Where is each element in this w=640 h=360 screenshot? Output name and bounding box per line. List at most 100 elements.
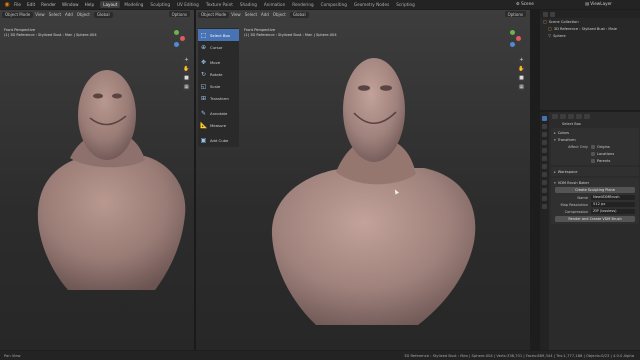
parents-checkbox[interactable] — [591, 158, 595, 163]
tool-add-cube[interactable]: ▣ Add Cube — [198, 134, 239, 146]
bust-model-left[interactable] — [0, 10, 194, 350]
tool-cursor[interactable]: ⊕ Cursor — [198, 41, 239, 53]
affect-only-origins-row: Affect Only Origins — [551, 143, 639, 150]
tool-select-box[interactable]: ⬚ Select Box — [198, 29, 239, 41]
blender-logo-icon[interactable]: ◉ — [3, 1, 11, 8]
panel-title: Transform — [557, 137, 576, 142]
status-bar: Pan View 3D Reference : Stylized Bust : … — [0, 351, 640, 360]
workspace-tab-texture-paint[interactable]: Texture Paint — [203, 1, 236, 8]
menu-file[interactable]: File — [14, 2, 21, 7]
select-box-icon: ⬚ — [200, 31, 207, 39]
render-tab-icon[interactable] — [542, 124, 547, 129]
resolution-dropdown[interactable]: 512 px — [591, 202, 635, 207]
tool-measure[interactable]: 📐 Measure — [198, 119, 239, 131]
tool-move[interactable]: ✥ Move — [198, 56, 239, 68]
rotate-icon: ↻ — [200, 70, 207, 78]
properties-tabs — [540, 112, 549, 350]
tool-rotate[interactable]: ↻ Rotate — [198, 68, 239, 80]
add-cube-icon: ▣ — [200, 136, 207, 144]
workspace-tab-sculpting[interactable]: Sculpting — [147, 1, 173, 8]
menu-help[interactable]: Help — [85, 2, 95, 7]
collection-icon: ▢ — [548, 26, 552, 31]
tool-tab-icon[interactable] — [542, 116, 547, 121]
create-sculpting-plane-button[interactable]: Create Sculpting Plane — [555, 187, 635, 193]
physics-tab-icon[interactable] — [542, 180, 547, 185]
material-tab-icon[interactable] — [542, 204, 547, 209]
properties-editor: Select Box ▸ Colors ▾ Transform Affect Onl… — [540, 112, 640, 350]
transform-icon: ⊞ — [200, 94, 207, 102]
mesh-object-icon: ▽ — [548, 33, 552, 38]
menu-edit[interactable]: Edit — [27, 2, 35, 7]
origins-checkbox[interactable] — [591, 144, 595, 149]
workspace-tab-scripting[interactable]: Scripting — [393, 1, 418, 8]
tool-label: Add Cube — [210, 137, 229, 143]
annotate-icon: ✎ — [200, 109, 207, 117]
tool-label: Cursor — [210, 44, 223, 50]
viewport-right[interactable]: Object Mode View Select Add Object Globa… — [196, 10, 530, 350]
workspace-tab-layout[interactable]: Layout — [100, 1, 121, 8]
menu-window[interactable]: Window — [62, 2, 79, 7]
view-layer-tab-icon[interactable] — [542, 140, 547, 145]
locations-checkbox[interactable] — [591, 151, 595, 156]
outliner-label: Sphere — [553, 33, 566, 38]
vdm-baker-panel-header[interactable]: ▾ VDM Brush Baker — [551, 179, 639, 186]
workspace-tab-rendering[interactable]: Rendering — [289, 1, 316, 8]
workspace-tab-modeling[interactable]: Modeling — [121, 1, 146, 8]
workspace-panel-header[interactable]: ▸ Workspace — [551, 168, 639, 175]
expand-arrow-icon: ▸ — [554, 130, 556, 135]
constraint-tab-icon[interactable] — [542, 188, 547, 193]
affect-only-label: Affect Only — [568, 144, 588, 149]
outliner-row-sphere[interactable]: ▽ Sphere — [540, 32, 640, 39]
name-field[interactable]: NewVDMBrush — [591, 195, 635, 200]
data-tab-icon[interactable] — [542, 196, 547, 201]
area-divider[interactable] — [530, 10, 540, 350]
outliner-panel: ▢ Scene Collection ▢ 3D Reference : Styliz… — [540, 10, 640, 110]
tool-scale[interactable]: ◱ Scale — [198, 80, 239, 92]
colors-panel: ▸ Colors ▾ Transform Affect Only Origins Lo… — [551, 128, 639, 165]
workspace-tab-animation[interactable]: Animation — [261, 1, 288, 8]
tool-label: Rotate — [210, 71, 223, 77]
workspace-tab-geometry-nodes[interactable]: Geometry Nodes — [351, 1, 392, 8]
checkbox-label: Origins — [597, 144, 610, 149]
select-subtract-icon[interactable] — [568, 113, 574, 119]
outliner-row-reference[interactable]: ▢ 3D Reference : Stylized Bust : Male — [540, 25, 640, 32]
workspace-tab-shading[interactable]: Shading — [237, 1, 260, 8]
scene-label: Scene — [521, 1, 534, 6]
transform-panel-header[interactable]: ▾ Transform — [551, 136, 639, 143]
scene-selector[interactable]: ⚙ Scene — [516, 1, 534, 6]
name-label: Name — [577, 195, 588, 200]
viewport-left[interactable]: Object Mode View Select Add Object Globa… — [0, 10, 194, 350]
menu-render[interactable]: Render — [41, 2, 56, 7]
resolution-label: Map Resolution — [560, 202, 588, 207]
tool-label: Transform — [210, 95, 229, 101]
move-icon: ✥ — [200, 58, 207, 66]
view-layer-selector[interactable]: ▤ ViewLayer — [585, 1, 612, 6]
panel-title: VDM Brush Baker — [557, 180, 590, 185]
tool-label: Move — [210, 59, 221, 65]
world-tab-icon[interactable] — [542, 156, 547, 161]
workspace-tab-compositing[interactable]: Compositing — [318, 1, 350, 8]
compression-dropdown[interactable]: ZIP (lossless) — [591, 209, 635, 214]
modifier-tab-icon[interactable] — [542, 172, 547, 177]
select-extend-icon[interactable] — [560, 113, 566, 119]
render-vdm-brush-button[interactable]: Render and Create VDM Brush — [555, 216, 635, 222]
select-intersect-icon[interactable] — [584, 113, 590, 119]
cursor-icon: ⊕ — [200, 43, 207, 51]
workspace-tab-uv-editing[interactable]: UV Editing — [174, 1, 202, 8]
panel-title: Workspace — [557, 169, 578, 174]
object-tab-icon[interactable] — [542, 164, 547, 169]
select-set-icon[interactable] — [552, 113, 558, 119]
tool-annotate[interactable]: ✎ Annotate — [198, 107, 239, 119]
filter-icon[interactable] — [550, 11, 555, 17]
outliner-label: Scene Collection — [548, 19, 579, 24]
scene-tab-icon[interactable] — [542, 148, 547, 153]
bust-model-right[interactable] — [196, 10, 530, 350]
output-tab-icon[interactable] — [542, 132, 547, 137]
tool-transform[interactable]: ⊞ Transform — [198, 92, 239, 104]
affect-only-parents-row: Parents — [551, 157, 639, 164]
colors-panel-header[interactable]: ▸ Colors — [551, 129, 639, 136]
select-invert-icon[interactable] — [576, 113, 582, 119]
outliner-row-scene-collection[interactable]: ▢ Scene Collection — [540, 18, 640, 25]
display-mode-icon[interactable] — [543, 11, 548, 17]
collapse-arrow-icon: ▾ — [554, 137, 556, 142]
